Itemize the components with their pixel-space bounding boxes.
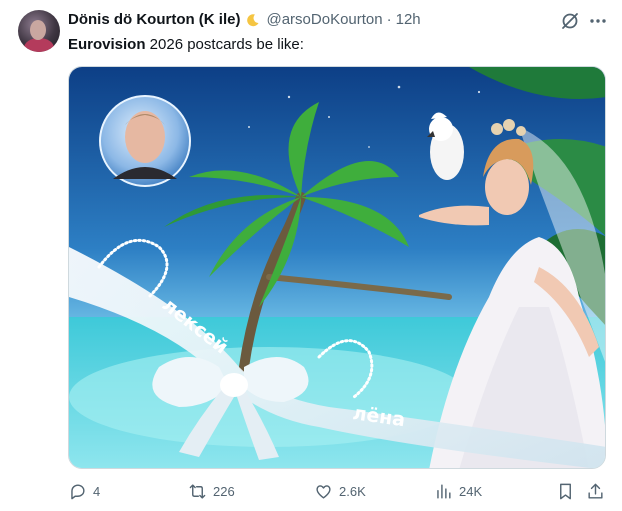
tweet-text: Eurovision 2026 postcards be like:: [68, 35, 304, 55]
share-icon: [588, 483, 603, 499]
retweet-icon: [189, 484, 206, 499]
like-count: 2.6K: [339, 484, 366, 499]
reply-icon: [71, 484, 85, 500]
author-handle[interactable]: @arsoDoKourton: [266, 11, 382, 28]
tweet-media-image[interactable]: лексей лёна: [68, 66, 606, 469]
views-count: 24K: [459, 484, 483, 499]
views-chart-icon: [437, 484, 451, 499]
retweet-button[interactable]: 226: [188, 482, 235, 501]
bookmark-icon: [560, 483, 571, 500]
reply-count: 4: [93, 484, 101, 499]
author-display-name[interactable]: Dönis dö Kourton (K ile): [68, 11, 240, 28]
tweet-header: Dönis dö Kourton (K ile) @arsoDoKourton …: [68, 11, 421, 28]
separator-dot: ·: [386, 11, 392, 28]
more-options-icon[interactable]: [588, 11, 608, 31]
retweet-count: 226: [213, 484, 235, 499]
grok-icon[interactable]: [560, 11, 580, 31]
tweet-text-rest: 2026 postcards be like:: [145, 36, 304, 53]
avatar-face: [30, 20, 46, 40]
reply-button[interactable]: 4: [68, 482, 100, 501]
avatar-shoulder: [24, 38, 54, 52]
tweet-time[interactable]: 12h: [396, 11, 421, 28]
crescent-moon-icon: [246, 13, 260, 27]
tweet-text-bold: Eurovision: [68, 36, 146, 53]
views-button[interactable]: 24K: [434, 482, 482, 501]
heart-icon: [316, 485, 331, 499]
share-button[interactable]: [586, 482, 611, 501]
author-avatar[interactable]: [18, 10, 60, 52]
tweet-actions: 4 226 2.6K 24K: [68, 482, 608, 506]
like-button[interactable]: 2.6K: [314, 482, 366, 501]
bookmark-button[interactable]: [556, 482, 581, 501]
